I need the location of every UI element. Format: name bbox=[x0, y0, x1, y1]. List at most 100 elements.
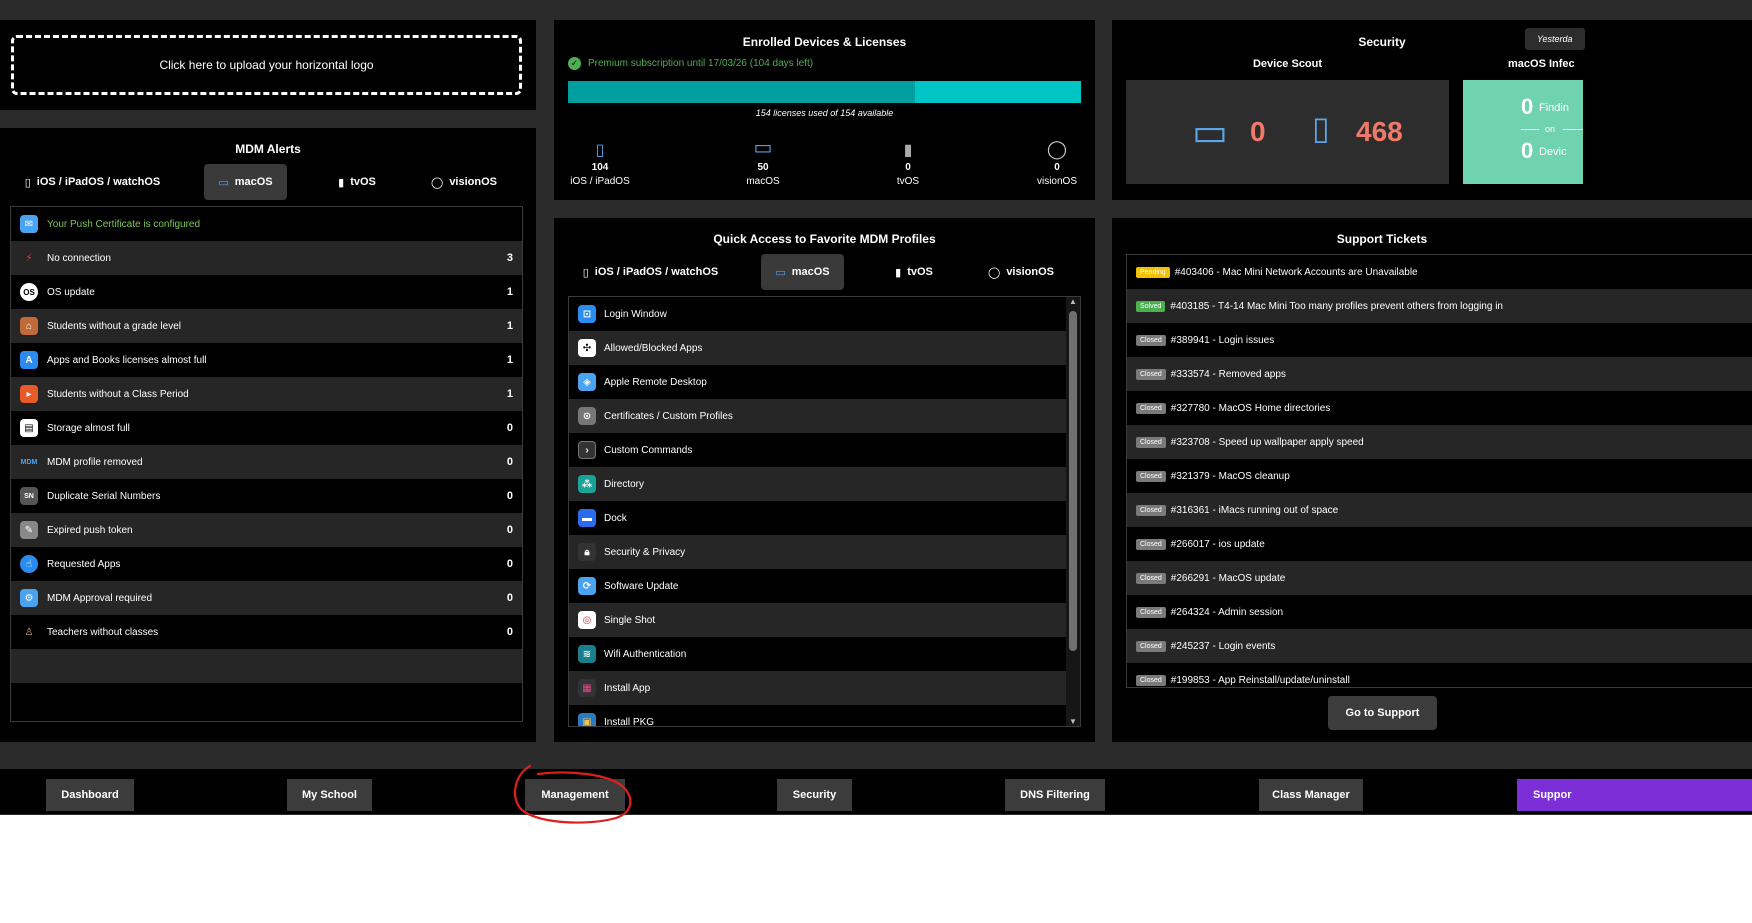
alert-count: 1 bbox=[506, 388, 513, 400]
profile-directory[interactable]: ⁂ Directory bbox=[569, 467, 1066, 501]
profile-wifi-auth[interactable]: ≋ Wifi Authentication bbox=[569, 637, 1066, 671]
device-scout-card[interactable]: ▭ 0 ▯ 468 bbox=[1126, 80, 1449, 184]
ticket-row[interactable]: Closed #245237 - Login events bbox=[1127, 629, 1752, 663]
profile-login-window[interactable]: ⊡ Login Window bbox=[569, 297, 1066, 331]
macbook-icon: ▭ bbox=[1192, 112, 1228, 154]
enrolled-devices-panel: Enrolled Devices & Licenses ✓ Premium sub… bbox=[554, 20, 1095, 200]
findings-label: Findin bbox=[1539, 102, 1569, 114]
ticket-row[interactable]: Closed #389941 - Login issues bbox=[1127, 323, 1752, 357]
logo-panel: Click here to upload your horizontal log… bbox=[0, 20, 536, 110]
alerts-tab-ios[interactable]: ▯ iOS / iPadOS / watchOS bbox=[10, 164, 175, 200]
profiles-tab-visionos[interactable]: ◯ visionOS bbox=[971, 254, 1071, 290]
nav-support-button[interactable]: Suppor bbox=[1517, 779, 1752, 811]
single-shot-icon: ◎ bbox=[578, 611, 596, 629]
alert-count: 1 bbox=[506, 354, 513, 366]
logo-upload-label: Click here to upload your horizontal log… bbox=[159, 58, 374, 72]
profiles-tab-tvos[interactable]: ▮ tvOS bbox=[869, 254, 959, 290]
scroll-up-icon[interactable]: ▲ bbox=[1066, 297, 1080, 306]
ticket-row[interactable]: Closed #264324 - Admin session bbox=[1127, 595, 1752, 629]
nav-security-button[interactable]: Security bbox=[777, 779, 852, 811]
profile-single-shot[interactable]: ◎ Single Shot bbox=[569, 603, 1066, 637]
alert-count: 0 bbox=[506, 422, 513, 434]
nav-class-manager-button[interactable]: Class Manager bbox=[1259, 779, 1363, 811]
profile-certificates[interactable]: ⊙ Certificates / Custom Profiles bbox=[569, 399, 1066, 433]
device-count-tvos[interactable]: ▮ 0 tvOS bbox=[868, 136, 948, 187]
status-badge: Solved bbox=[1136, 300, 1166, 312]
status-badge: Closed bbox=[1136, 538, 1166, 550]
directory-icon: ⁂ bbox=[578, 475, 596, 493]
profiles-tab-ios[interactable]: ▯ iOS / iPadOS / watchOS bbox=[568, 254, 733, 290]
profile-install-pkg[interactable]: ▣ Install PKG bbox=[569, 705, 1066, 726]
alert-row-licenses[interactable]: A Apps and Books licenses almost full 1 bbox=[11, 343, 522, 377]
alert-row-teachers[interactable]: ♙ Teachers without classes 0 bbox=[11, 615, 522, 649]
status-badge: Closed bbox=[1136, 402, 1166, 414]
status-badge: Closed bbox=[1136, 674, 1166, 686]
license-progress-fill bbox=[568, 81, 915, 103]
device-count-macos[interactable]: ▭ 50 macOS bbox=[723, 136, 803, 187]
infected-card[interactable]: 0 Findin on 0 Devic bbox=[1463, 80, 1583, 184]
security-date-filter[interactable]: Yesterda bbox=[1525, 28, 1585, 50]
ticket-row[interactable]: Closed #333574 - Removed apps bbox=[1127, 357, 1752, 391]
macbook-icon: ▭ bbox=[753, 137, 773, 159]
serial-number-icon: SN bbox=[20, 487, 38, 505]
profile-remote-desktop[interactable]: ◈ Apple Remote Desktop bbox=[569, 365, 1066, 399]
ticket-row[interactable]: Solved #403185 - T4-14 Mac Mini Too many … bbox=[1127, 289, 1752, 323]
go-to-support-button[interactable]: Go to Support bbox=[1328, 696, 1437, 730]
alert-row-push-token[interactable]: ✎ Expired push token 0 bbox=[11, 513, 522, 547]
alert-count: 0 bbox=[506, 626, 513, 638]
support-tickets-panel: Support Tickets Pending #403406 - Mac Min… bbox=[1112, 218, 1752, 742]
profile-software-update[interactable]: ⟳ Software Update bbox=[569, 569, 1066, 603]
terminal-icon: › bbox=[578, 441, 596, 459]
alert-row-mdm-approval[interactable]: ⚙ MDM Approval required 0 bbox=[11, 581, 522, 615]
status-badge: Closed bbox=[1136, 572, 1166, 584]
alert-row-requested-apps[interactable]: ☝ Requested Apps 0 bbox=[11, 547, 522, 581]
alert-row-push-certificate[interactable]: ✉ Your Push Certificate is configured bbox=[11, 207, 522, 241]
device-count-ios[interactable]: ▯ 104 iOS / iPadOS bbox=[560, 136, 640, 187]
devices-label: Devic bbox=[1539, 146, 1567, 158]
alert-label: Students without a Class Period bbox=[47, 388, 189, 400]
alert-row-mdm-removed[interactable]: MDM MDM profile removed 0 bbox=[11, 445, 522, 479]
wifi-icon: ≋ bbox=[578, 645, 596, 663]
alert-row-empty bbox=[11, 649, 522, 683]
profile-allowed-apps[interactable]: ✣ Allowed/Blocked Apps bbox=[569, 331, 1066, 365]
device-count-visionos[interactable]: ◯ 0 visionOS bbox=[1017, 136, 1097, 187]
alert-row-grade-level[interactable]: ⌂ Students without a grade level 1 bbox=[11, 309, 522, 343]
alert-label: MDM profile removed bbox=[47, 456, 143, 468]
ticket-row[interactable]: Closed #316361 - iMacs running out of spa… bbox=[1127, 493, 1752, 527]
profile-dock[interactable]: ▬ Dock bbox=[569, 501, 1066, 535]
profiles-list: ⊡ Login Window ✣ Allowed/Blocked Apps ◈ App… bbox=[568, 296, 1081, 727]
ipad-icon: ▯ bbox=[24, 176, 31, 189]
scout-ipad-count: 468 bbox=[1356, 116, 1403, 147]
profiles-scrollbar[interactable]: ▲ ▼ bbox=[1066, 297, 1080, 726]
profile-custom-commands[interactable]: › Custom Commands bbox=[569, 433, 1066, 467]
alerts-tab-visionos[interactable]: ◯ visionOS bbox=[414, 164, 514, 200]
logo-upload-button[interactable]: Click here to upload your horizontal log… bbox=[11, 35, 522, 95]
nav-dns-filtering-button[interactable]: DNS Filtering bbox=[1005, 779, 1105, 811]
ticket-row[interactable]: Closed #327780 - MacOS Home directories bbox=[1127, 391, 1752, 425]
ticket-row[interactable]: Closed #199853 - App Reinstall/update/uni… bbox=[1127, 663, 1752, 687]
ticket-row[interactable]: Pending #403406 - Mac Mini Network Accoun… bbox=[1127, 255, 1752, 289]
alerts-tab-macos[interactable]: ▭ macOS bbox=[204, 164, 287, 200]
profiles-tab-macos[interactable]: ▭ macOS bbox=[761, 254, 844, 290]
software-update-icon: ⟳ bbox=[578, 577, 596, 595]
apple-tv-icon: ▮ bbox=[338, 176, 345, 189]
ticket-row[interactable]: Closed #321379 - MacOS cleanup bbox=[1127, 459, 1752, 493]
nav-dashboard-button[interactable]: Dashboard bbox=[46, 779, 134, 811]
alert-row-os-update[interactable]: OS OS update 1 bbox=[11, 275, 522, 309]
alerts-tab-tvos[interactable]: ▮ tvOS bbox=[312, 164, 402, 200]
alert-row-storage[interactable]: ▤ Storage almost full 0 bbox=[11, 411, 522, 445]
install-app-icon: ▦ bbox=[578, 679, 596, 697]
alert-row-class-period[interactable]: ▸ Students without a Class Period 1 bbox=[11, 377, 522, 411]
profile-install-app[interactable]: ▦ Install App bbox=[569, 671, 1066, 705]
alert-row-no-connection[interactable]: ⚡ No connection 3 bbox=[11, 241, 522, 275]
annotation-circle bbox=[513, 764, 632, 824]
alert-count: 3 bbox=[506, 252, 513, 264]
scrollbar-thumb[interactable] bbox=[1069, 311, 1077, 651]
ticket-row[interactable]: Closed #266291 - MacOS update bbox=[1127, 561, 1752, 595]
profile-security-privacy[interactable]: 🔒︎ Security & Privacy bbox=[569, 535, 1066, 569]
nav-my-school-button[interactable]: My School bbox=[287, 779, 372, 811]
ticket-row[interactable]: Closed #323708 - Speed up wallpaper apply… bbox=[1127, 425, 1752, 459]
scroll-down-icon[interactable]: ▼ bbox=[1066, 717, 1080, 726]
ticket-row[interactable]: Closed #266017 - ios update bbox=[1127, 527, 1752, 561]
alert-row-serial-numbers[interactable]: SN Duplicate Serial Numbers 0 bbox=[11, 479, 522, 513]
